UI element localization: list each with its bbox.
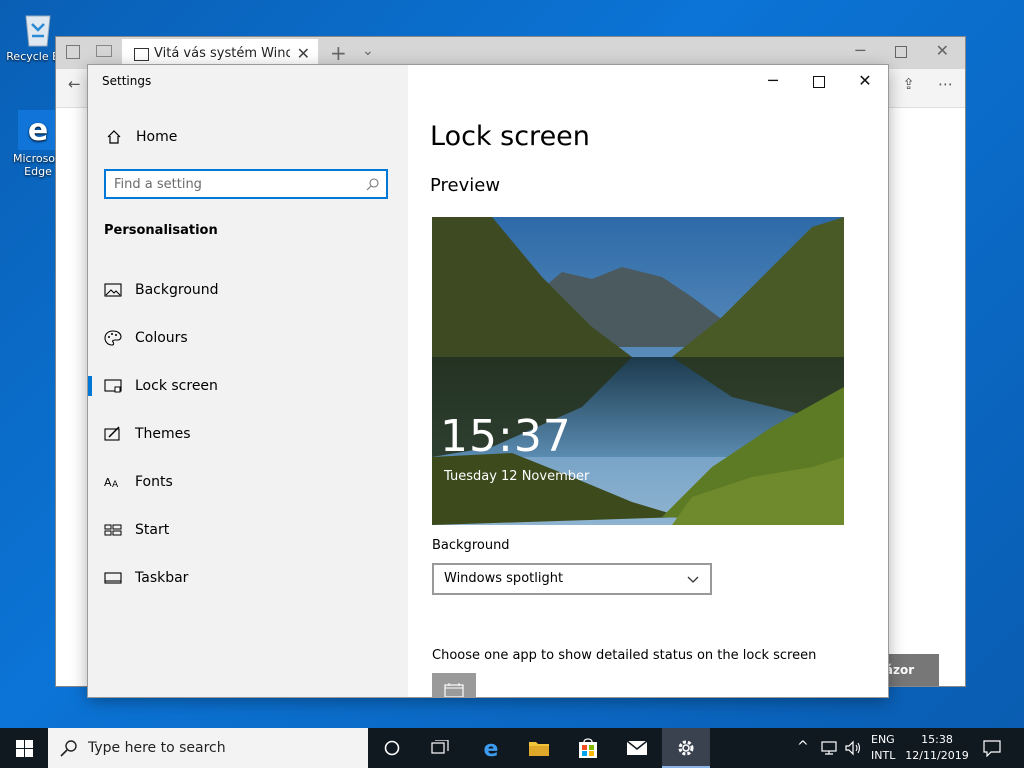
clock[interactable]: 15:38 12/11/2019 bbox=[905, 732, 969, 764]
calendar-app-button[interactable] bbox=[432, 673, 476, 697]
themes-icon bbox=[104, 426, 120, 441]
chevron-down-icon bbox=[687, 576, 699, 583]
sidebar-item-label: Start bbox=[135, 522, 170, 538]
lock-screen-date: Tuesday 12 November bbox=[444, 469, 590, 484]
taskbar-search-box[interactable]: Type here to search bbox=[48, 728, 368, 768]
new-tab-icon[interactable]: + bbox=[330, 41, 347, 65]
store-button[interactable] bbox=[564, 728, 612, 768]
chevron-down-icon[interactable]: ⌄ bbox=[362, 43, 374, 59]
page-icon bbox=[134, 48, 149, 61]
palette-icon bbox=[104, 330, 122, 346]
more-icon[interactable]: ⋯ bbox=[938, 75, 953, 93]
lock-screen-time: 15:37 bbox=[440, 411, 572, 462]
lang-bottom: INTL bbox=[871, 749, 896, 762]
home-label: Home bbox=[136, 129, 178, 145]
lock-screen-icon bbox=[104, 379, 122, 393]
background-dropdown[interactable]: Windows spotlight bbox=[432, 563, 712, 595]
calendar-icon bbox=[444, 683, 464, 697]
sidebar-item-label: Taskbar bbox=[135, 570, 189, 586]
close-tab-icon[interactable]: ✕ bbox=[297, 44, 310, 63]
find-setting-search bbox=[104, 169, 388, 199]
edge-close-icon[interactable]: ✕ bbox=[936, 41, 949, 60]
settings-taskbar-button[interactable] bbox=[662, 728, 710, 768]
sidebar-item-label: Fonts bbox=[135, 474, 173, 490]
cortana-button[interactable] bbox=[368, 728, 416, 768]
sidebar-item-themes[interactable]: Themes bbox=[88, 414, 408, 454]
sidebar-item-background[interactable]: Background bbox=[88, 270, 408, 310]
section-title: Personalisation bbox=[104, 223, 218, 238]
task-view-button[interactable] bbox=[416, 728, 464, 768]
svg-text:e: e bbox=[484, 737, 499, 759]
lock-screen-preview: 15:37 Tuesday 12 November bbox=[432, 217, 844, 525]
minimize-button[interactable]: ─ bbox=[750, 69, 796, 93]
sidebar-item-label: Lock screen bbox=[135, 378, 218, 394]
edge-minimize-icon[interactable]: ─ bbox=[855, 41, 865, 60]
windows-logo-icon bbox=[16, 740, 33, 757]
search-input[interactable] bbox=[114, 175, 354, 193]
recycle-bin-icon bbox=[18, 8, 58, 48]
edge-icon: e bbox=[484, 737, 499, 759]
preview-heading: Preview bbox=[430, 175, 501, 196]
active-indicator bbox=[88, 376, 92, 396]
close-button[interactable]: ✕ bbox=[842, 69, 888, 93]
share-icon[interactable]: ⇪ bbox=[902, 75, 915, 93]
svg-text:A: A bbox=[104, 476, 112, 489]
clock-date: 12/11/2019 bbox=[905, 749, 969, 762]
sidebar-item-label: Background bbox=[135, 282, 219, 298]
sidebar-item-lock-screen[interactable]: Lock screen bbox=[88, 366, 408, 406]
mail-icon bbox=[626, 740, 648, 755]
action-center-icon[interactable] bbox=[983, 740, 1001, 757]
start-button[interactable] bbox=[0, 728, 48, 768]
task-view-icon bbox=[431, 740, 449, 754]
cortana-icon bbox=[384, 740, 400, 756]
edge-tab-title: Vitá vás systém Windows bbox=[154, 46, 290, 61]
network-icon[interactable] bbox=[820, 740, 838, 756]
show-hidden-icons-icon[interactable]: ^ bbox=[797, 739, 809, 755]
fonts-icon: AA bbox=[104, 476, 119, 490]
clock-time: 15:38 bbox=[921, 733, 953, 746]
edge-maximize-icon[interactable] bbox=[895, 46, 907, 58]
home-nav-item[interactable]: Home bbox=[104, 127, 394, 149]
sidebar-item-colours[interactable]: Colours bbox=[88, 318, 408, 358]
taskbar-search-placeholder: Type here to search bbox=[88, 740, 226, 756]
volume-icon[interactable] bbox=[844, 740, 862, 756]
taskbar-edge-button[interactable]: e bbox=[466, 728, 514, 768]
sidebar-item-start[interactable]: Start bbox=[88, 510, 408, 550]
window-title: Settings bbox=[102, 74, 152, 88]
sidebar-item-fonts[interactable]: AA Fonts bbox=[88, 462, 408, 502]
store-icon bbox=[579, 738, 597, 758]
edge-icon: e bbox=[18, 110, 58, 150]
detailed-status-label: Choose one app to show detailed status o… bbox=[432, 648, 817, 663]
maximize-button[interactable] bbox=[796, 69, 842, 93]
gear-icon bbox=[678, 740, 694, 756]
settings-content: ─ ✕ Lock screen Preview 15:37 Tuesday 12… bbox=[408, 65, 888, 697]
picture-icon bbox=[104, 283, 122, 297]
svg-text:e: e bbox=[28, 113, 48, 148]
sidebar-item-label: Themes bbox=[135, 426, 191, 442]
lang-top: ENG bbox=[871, 733, 895, 746]
settings-sidebar: Settings Home Personalisation Background… bbox=[88, 65, 408, 697]
back-arrow-icon[interactable]: ← bbox=[68, 75, 81, 93]
mail-button[interactable] bbox=[613, 728, 661, 768]
taskbar-icon bbox=[104, 572, 122, 584]
sidebar-item-taskbar[interactable]: Taskbar bbox=[88, 558, 408, 598]
settings-window: Settings Home Personalisation Background… bbox=[88, 65, 888, 697]
taskbar: Type here to search e ^ ENG INTL 15:38 1… bbox=[0, 728, 1024, 768]
background-dropdown-value: Windows spotlight bbox=[444, 571, 564, 586]
input-language-indicator[interactable]: ENG INTL bbox=[871, 732, 895, 764]
svg-text:A: A bbox=[112, 480, 119, 490]
set-tabs-aside-icon[interactable] bbox=[96, 45, 112, 57]
background-label: Background bbox=[432, 538, 510, 553]
page-title: Lock screen bbox=[430, 121, 590, 152]
search-icon[interactable] bbox=[366, 177, 380, 191]
home-icon bbox=[107, 130, 121, 144]
folder-icon bbox=[529, 742, 549, 756]
tab-preview-icon[interactable] bbox=[66, 45, 80, 59]
file-explorer-button[interactable] bbox=[515, 728, 563, 768]
search-icon bbox=[60, 740, 77, 757]
start-icon bbox=[104, 524, 122, 536]
sidebar-item-label: Colours bbox=[135, 330, 188, 346]
